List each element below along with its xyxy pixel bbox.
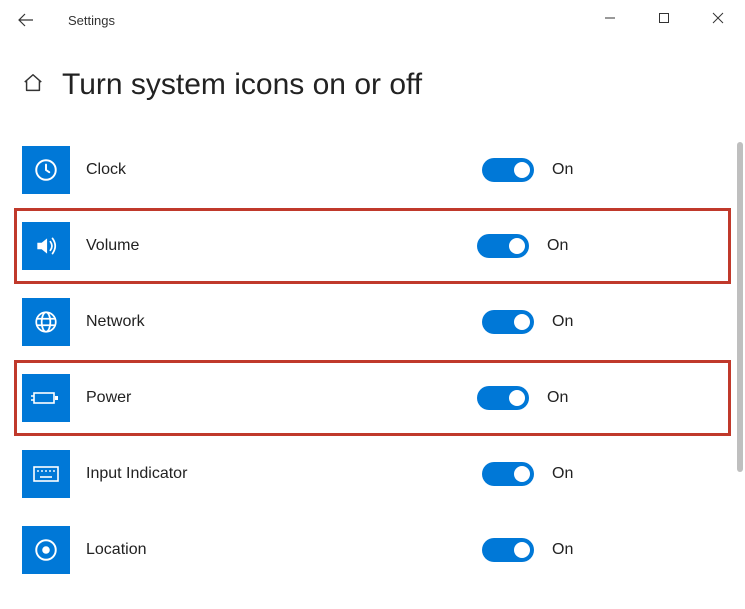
input-indicator-icon [22, 450, 70, 498]
input-indicator-label: Input Indicator [86, 465, 723, 483]
volume-toggle-state: On [547, 237, 568, 255]
input-indicator-toggle-state: On [552, 465, 573, 483]
input-indicator-toggle[interactable] [482, 462, 534, 486]
volume-label: Volume [86, 237, 723, 255]
location-icon [22, 526, 70, 574]
window-controls [583, 0, 745, 36]
minimize-icon [604, 12, 616, 24]
volume-toggle[interactable] [477, 234, 529, 258]
app-title: Settings [68, 13, 115, 28]
network-toggle-state: On [552, 313, 573, 331]
row-power: Power On [14, 360, 731, 436]
page-title: Turn system icons on or off [62, 68, 422, 102]
close-button[interactable] [691, 0, 745, 36]
network-toggle[interactable] [482, 310, 534, 334]
power-label: Power [86, 389, 723, 407]
volume-icon [22, 222, 70, 270]
row-input-indicator: Input Indicator On [22, 436, 723, 512]
page-header: Turn system icons on or off [0, 40, 745, 132]
location-label: Location [86, 541, 723, 559]
back-arrow-icon [18, 12, 34, 28]
close-icon [712, 12, 724, 24]
maximize-button[interactable] [637, 0, 691, 36]
maximize-icon [658, 12, 670, 24]
power-icon [22, 374, 70, 422]
power-toggle-state: On [547, 389, 568, 407]
row-location: Location On [22, 512, 723, 588]
clock-icon [22, 146, 70, 194]
location-toggle[interactable] [482, 538, 534, 562]
scrollbar-thumb[interactable] [737, 142, 743, 472]
row-clock: Clock On [22, 132, 723, 208]
back-button[interactable] [8, 2, 44, 38]
clock-toggle-state: On [552, 161, 573, 179]
location-toggle-state: On [552, 541, 573, 559]
settings-list: Clock On Volume On Network On Power [0, 132, 745, 588]
titlebar: Settings [0, 0, 745, 40]
network-label: Network [86, 313, 723, 331]
clock-label: Clock [86, 161, 723, 179]
row-volume: Volume On [14, 208, 731, 284]
home-icon [22, 72, 44, 99]
power-toggle[interactable] [477, 386, 529, 410]
minimize-button[interactable] [583, 0, 637, 36]
scrollbar[interactable] [737, 142, 743, 602]
clock-toggle[interactable] [482, 158, 534, 182]
row-network: Network On [22, 284, 723, 360]
network-icon [22, 298, 70, 346]
